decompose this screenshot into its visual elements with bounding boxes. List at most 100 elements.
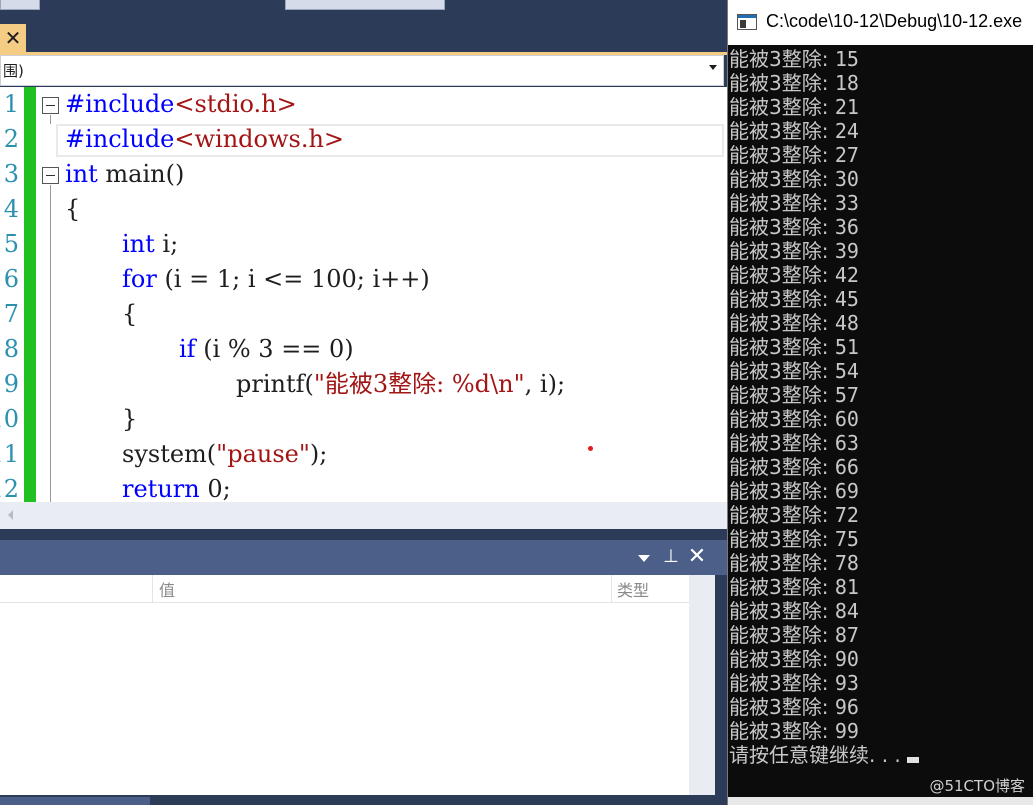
console-line-value: 96 bbox=[834, 695, 859, 719]
console-line-prefix: 能被3整除: bbox=[729, 95, 835, 119]
line-number-gutter: 1 2 3 4 5 6 7 8 9 10 11 12 bbox=[0, 87, 22, 502]
column-header-type[interactable]: 类型 bbox=[617, 577, 649, 601]
console-line-value: 93 bbox=[834, 671, 859, 695]
code-text: { bbox=[65, 195, 81, 223]
column-separator[interactable] bbox=[152, 575, 153, 603]
console-line-value: 54 bbox=[834, 359, 859, 383]
watermark: @51CTO博客 bbox=[929, 777, 1025, 795]
string-literal: "pause" bbox=[216, 440, 310, 468]
console-line-prefix: 能被3整除: bbox=[729, 263, 835, 287]
console-line: 能被3整除: 63 bbox=[728, 431, 1033, 455]
console-line: 能被3整除: 75 bbox=[728, 527, 1033, 551]
line-number: 11 bbox=[0, 440, 19, 468]
console-line-value: 57 bbox=[834, 383, 859, 407]
top-tab-2[interactable] bbox=[285, 0, 445, 10]
console-line: 能被3整除: 60 bbox=[728, 407, 1033, 431]
code-line-7[interactable]: { bbox=[122, 297, 137, 332]
horizontal-scrollbar[interactable] bbox=[0, 502, 727, 529]
console-line-prefix: 能被3整除: bbox=[729, 647, 835, 671]
code-line-11[interactable]: system("pause"); bbox=[122, 437, 327, 472]
console-line: 能被3整除: 57 bbox=[728, 383, 1033, 407]
chevron-down-icon[interactable] bbox=[709, 65, 717, 70]
string-literal: "能被3整除: %d\n" bbox=[313, 370, 525, 398]
code-line-8[interactable]: if (i % 3 == 0) bbox=[179, 332, 354, 367]
console-title-bar[interactable]: C:\code\10-12\Debug\10-12.exe bbox=[728, 0, 1033, 45]
line-number: 3 bbox=[3, 160, 19, 188]
chevron-down-icon[interactable] bbox=[638, 555, 650, 562]
console-line: 能被3整除: 96 bbox=[728, 695, 1033, 719]
text-cursor bbox=[906, 757, 919, 763]
code-line-1[interactable]: #include<stdio.h> bbox=[65, 87, 297, 122]
console-line-prefix: 能被3整除: bbox=[729, 359, 835, 383]
watch-panel-body[interactable] bbox=[0, 603, 689, 795]
console-line-prefix: 能被3整除: bbox=[729, 479, 835, 503]
console-line: 能被3整除: 99 bbox=[728, 719, 1033, 743]
console-line-prefix: 能被3整除: bbox=[729, 167, 835, 191]
column-separator[interactable] bbox=[611, 575, 612, 603]
code-line-10[interactable]: } bbox=[122, 402, 137, 437]
console-line-prefix: 能被3整除: bbox=[729, 287, 835, 311]
keyword: int bbox=[122, 230, 155, 258]
console-line-prefix: 能被3整除: bbox=[729, 527, 835, 551]
scope-dropdown[interactable]: 围) bbox=[0, 55, 724, 86]
console-line: 能被3整除: 15 bbox=[728, 47, 1033, 71]
console-line-value: 63 bbox=[834, 431, 859, 455]
console-line-value: 99 bbox=[834, 719, 859, 743]
keyword: return bbox=[122, 475, 200, 502]
collapse-icon[interactable] bbox=[42, 167, 59, 184]
code-line-5[interactable]: int i; bbox=[122, 227, 178, 262]
close-icon[interactable]: ✕ bbox=[685, 545, 709, 569]
console-line-value: 27 bbox=[834, 143, 859, 167]
keyword: for bbox=[122, 265, 157, 293]
collapse-icon[interactable] bbox=[42, 97, 59, 114]
scroll-left-icon[interactable] bbox=[8, 510, 13, 520]
console-line-value: 45 bbox=[834, 287, 859, 311]
console-line-prefix: 能被3整除: bbox=[729, 335, 835, 359]
console-line: 能被3整除: 24 bbox=[728, 119, 1033, 143]
console-line: 能被3整除: 39 bbox=[728, 239, 1033, 263]
console-line-value: 39 bbox=[834, 239, 859, 263]
pin-icon[interactable]: ⊥ bbox=[661, 545, 681, 569]
watch-panel-header bbox=[0, 540, 727, 575]
console-line-prefix: 能被3整除: bbox=[729, 143, 835, 167]
header-name: <windows.h> bbox=[174, 125, 345, 153]
console-window: C:\code\10-12\Debug\10-12.exe 能被3整除: 15 能… bbox=[727, 0, 1033, 805]
console-line-prefix: 能被3整除: bbox=[729, 455, 835, 479]
console-line: 能被3整除: 18 bbox=[728, 71, 1033, 95]
squiggle-marker bbox=[588, 446, 593, 451]
console-line-prefix: 能被3整除: bbox=[729, 383, 835, 407]
code-line-3[interactable]: int main() bbox=[65, 157, 184, 192]
code-line-4[interactable]: { bbox=[65, 192, 80, 227]
code-text: i; bbox=[154, 230, 179, 258]
fold-guide bbox=[50, 115, 51, 124]
console-line-prefix: 能被3整除: bbox=[729, 191, 835, 215]
console-window-title: C:\code\10-12\Debug\10-12.exe bbox=[766, 11, 1023, 31]
code-line-2[interactable]: #include<windows.h> bbox=[65, 122, 344, 157]
console-line-prefix: 能被3整除: bbox=[729, 47, 835, 71]
line-number: 10 bbox=[0, 405, 19, 433]
console-line-prefix: 能被3整除: bbox=[729, 671, 835, 695]
code-editor[interactable]: 1 2 3 4 5 6 7 8 9 10 11 12 #include<stdi… bbox=[0, 87, 727, 502]
console-line-prefix: 能被3整除: bbox=[729, 215, 835, 239]
code-line-9[interactable]: printf("能被3整除: %d\n", i); bbox=[236, 367, 565, 402]
code-line-12[interactable]: return 0; bbox=[122, 472, 231, 502]
code-text: (i = 1; i <= 100; i++) bbox=[156, 265, 430, 293]
console-line: 能被3整除: 81 bbox=[728, 575, 1033, 599]
top-tab-1[interactable] bbox=[0, 0, 40, 10]
code-text: (i % 3 == 0) bbox=[195, 335, 354, 363]
code-line-6[interactable]: for (i = 1; i <= 100; i++) bbox=[122, 262, 430, 297]
console-line-value: 21 bbox=[834, 95, 859, 119]
column-header-value[interactable]: 值 bbox=[159, 577, 175, 601]
console-line: 能被3整除: 66 bbox=[728, 455, 1033, 479]
console-line: 能被3整除: 87 bbox=[728, 623, 1033, 647]
document-tab-row bbox=[0, 22, 727, 52]
header-name: <stdio.h> bbox=[174, 90, 297, 118]
bottom-tab[interactable] bbox=[0, 797, 150, 805]
close-tab-icon[interactable]: ✕ bbox=[0, 24, 26, 52]
preprocessor-directive: #include bbox=[65, 90, 175, 118]
vertical-scrollbar[interactable] bbox=[689, 575, 715, 795]
console-line-value: 81 bbox=[834, 575, 859, 599]
panel-edge bbox=[715, 575, 727, 805]
code-text: main() bbox=[97, 160, 185, 188]
ide-window: ✕ 围) 1 2 3 4 5 6 7 8 9 10 11 12 #include… bbox=[0, 0, 727, 805]
